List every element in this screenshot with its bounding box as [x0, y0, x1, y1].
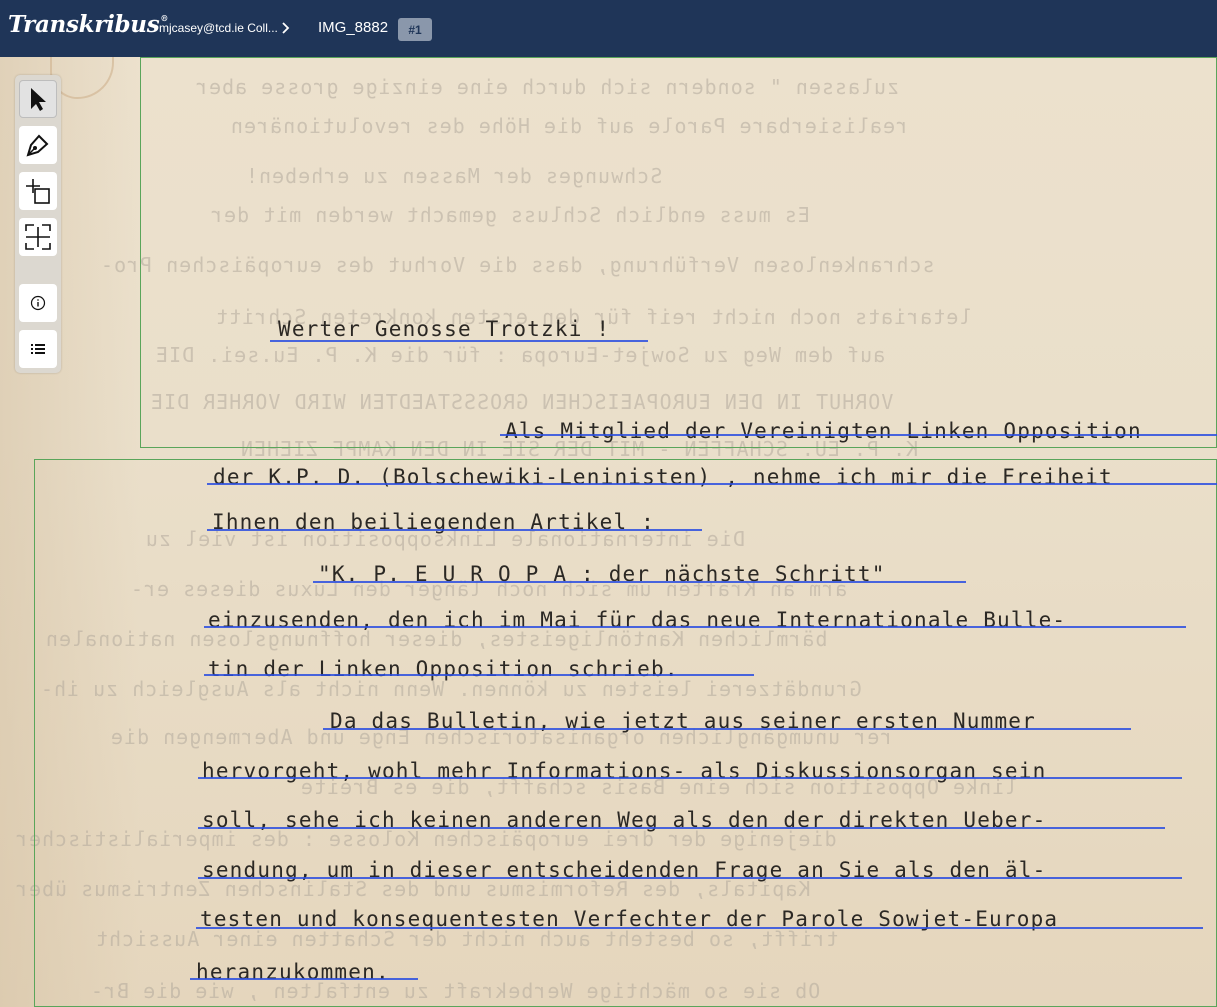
- baseline[interactable]: [204, 674, 754, 676]
- split-region-icon: [25, 224, 51, 250]
- text-line[interactable]: Als Mitglied der Vereinigten Linken Oppo…: [505, 419, 1142, 443]
- text-line[interactable]: heranzukommen.: [196, 960, 390, 984]
- baseline[interactable]: [190, 978, 418, 980]
- baseline[interactable]: [198, 877, 1182, 879]
- split-region-tool-button[interactable]: [19, 218, 57, 256]
- text-region-1[interactable]: [140, 57, 1217, 448]
- text-line[interactable]: hervorgeht, wohl mehr Informations- als …: [202, 759, 1046, 783]
- list-icon: [31, 344, 45, 354]
- editor-toolbar: [15, 75, 61, 373]
- baseline[interactable]: [500, 434, 1217, 436]
- add-region-icon: [26, 179, 50, 204]
- pen-icon: [26, 134, 49, 157]
- baseline[interactable]: [204, 626, 1186, 628]
- baseline[interactable]: [207, 483, 1217, 485]
- baseline[interactable]: [323, 728, 1131, 730]
- baseline[interactable]: [196, 927, 1203, 929]
- transkribus-logo[interactable]: Transkribus®: [8, 11, 168, 38]
- list-button[interactable]: [19, 330, 57, 368]
- chevron-right-icon: [282, 22, 290, 34]
- baseline[interactable]: [207, 529, 702, 531]
- select-tool-button[interactable]: [19, 80, 57, 118]
- add-region-tool-button[interactable]: [19, 172, 57, 210]
- text-line[interactable]: einzusenden, den ich im Mai für das neue…: [208, 608, 1066, 632]
- document-image-canvas[interactable]: zulassen " sondern sich durch eine einzi…: [0, 57, 1217, 1007]
- cursor-icon: [31, 88, 46, 111]
- text-line[interactable]: der K.P. D. (Bolschewiki-Leninisten) , n…: [213, 465, 1113, 489]
- draw-tool-button[interactable]: [19, 126, 57, 164]
- baseline[interactable]: [198, 777, 1182, 779]
- breadcrumb-collection[interactable]: mjcasey@tcd.ie Coll...: [159, 21, 278, 35]
- text-line[interactable]: Werter Genosse Trotzki !: [278, 317, 610, 341]
- top-bar: Transkribus® mjcasey@tcd.ie Coll... IMG_…: [0, 0, 1217, 57]
- info-icon: [30, 295, 46, 311]
- info-button[interactable]: [19, 284, 57, 322]
- page-number-badge: #1: [398, 18, 432, 41]
- document-title: IMG_8882: [318, 19, 389, 36]
- baseline[interactable]: [313, 581, 966, 583]
- baseline[interactable]: [198, 827, 1165, 829]
- baseline[interactable]: [270, 340, 648, 342]
- text-line[interactable]: tin der Linken Opposition schrieb.: [208, 657, 679, 681]
